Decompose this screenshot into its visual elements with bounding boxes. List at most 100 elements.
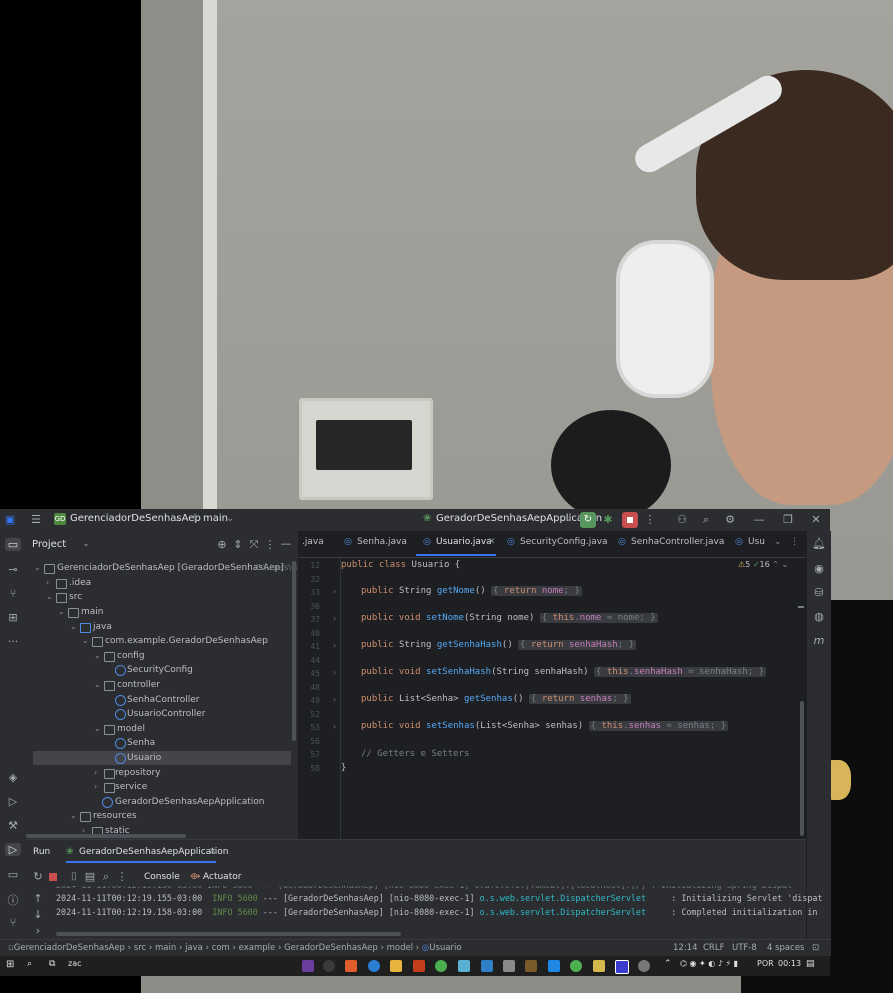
app-icon[interactable]: [570, 960, 582, 972]
console-scrollbar[interactable]: [56, 932, 401, 936]
file-encoding[interactable]: UTF-8: [732, 943, 757, 953]
locate-icon[interactable]: ⊕: [214, 538, 230, 551]
tab-securityconfig[interactable]: SecurityConfig.java: [520, 537, 608, 547]
file-explorer-icon[interactable]: [390, 960, 402, 972]
edge-icon[interactable]: [368, 960, 380, 972]
search-icon[interactable]: ⌕: [698, 513, 714, 527]
actuator-tab[interactable]: Actuator: [203, 872, 241, 882]
console-tab[interactable]: Console: [144, 872, 180, 882]
run-tool-icon[interactable]: ▷: [5, 843, 21, 856]
inspect-icon[interactable]: ⌕: [98, 870, 114, 884]
hide-panel-icon[interactable]: —: [278, 537, 294, 550]
tab-senhacontroller[interactable]: SenhaController.java: [631, 537, 724, 547]
breadcrumb-item[interactable]: java: [185, 943, 203, 953]
tab-senha[interactable]: Senha.java: [357, 537, 407, 547]
maven-icon[interactable]: m: [811, 634, 827, 647]
app-icon[interactable]: [413, 960, 425, 972]
rerun-icon[interactable]: ↻: [30, 870, 46, 883]
clock[interactable]: 00:13: [778, 959, 801, 968]
collapse-all-icon[interactable]: ⤧: [246, 538, 262, 552]
debug-icon[interactable]: ✱: [600, 513, 616, 526]
taskbar-search-text[interactable]: zac: [68, 959, 82, 968]
code-line[interactable]: public List<Senha> getSenhas() { return …: [361, 694, 631, 704]
tree-row-package-root[interactable]: ⌄ com.example.GeradorDeSenhasAep: [26, 634, 298, 648]
expand-all-icon[interactable]: ⇕: [230, 538, 246, 551]
branch-selector[interactable]: main: [203, 513, 228, 524]
language-indicator[interactable]: POR: [757, 959, 774, 968]
task-view-icon[interactable]: ⧉: [49, 959, 55, 969]
prev-highlight-icon[interactable]: ⌃: [772, 560, 779, 569]
caret-position[interactable]: 12:14: [673, 943, 698, 953]
camera-icon[interactable]: ⌷: [66, 870, 82, 884]
tree-row-idea[interactable]: › .idea: [26, 576, 298, 590]
breadcrumb-item[interactable]: main: [155, 943, 176, 953]
minimize-button[interactable]: —: [751, 513, 767, 526]
dump-threads-icon[interactable]: ▤: [82, 870, 98, 883]
tree-row-repository[interactable]: › repository: [26, 766, 298, 780]
line-separator[interactable]: CRLF: [703, 943, 724, 953]
tree-row-service[interactable]: › service: [26, 780, 298, 794]
notifications-icon[interactable]: 🔔︎: [811, 537, 827, 550]
more-actions-icon[interactable]: ⋮: [642, 513, 658, 526]
expand-icon[interactable]: ›: [30, 924, 46, 937]
vertical-scrollbar[interactable]: [292, 561, 296, 741]
scroll-up-icon[interactable]: ↑: [30, 892, 46, 905]
app-icon[interactable]: [638, 960, 650, 972]
tree-row-usuariocontroller[interactable]: UsuarioController: [26, 707, 298, 721]
breadcrumb-item[interactable]: com: [212, 943, 230, 953]
close-button[interactable]: ✕: [808, 513, 824, 526]
search-icon[interactable]: ⌕: [27, 959, 32, 969]
tree-row-securityconfig[interactable]: SecurityConfig: [26, 663, 298, 677]
lock-icon[interactable]: ⊡: [812, 943, 819, 953]
code-line[interactable]: public String getSenhaHash() { return se…: [361, 640, 636, 650]
project-folder-icon[interactable]: ▭: [5, 538, 21, 551]
more-options-icon[interactable]: ⋮: [114, 870, 130, 883]
database-icon[interactable]: ⛁: [811, 586, 827, 599]
rerun-button[interactable]: ↻: [580, 512, 596, 528]
code-comment[interactable]: // Getters e Setters: [361, 749, 469, 759]
fold-icon[interactable]: ›: [333, 668, 336, 677]
code-line[interactable]: public void setSenhaHash(String senhaHas…: [361, 667, 767, 677]
tree-row-senha[interactable]: Senha: [26, 736, 298, 750]
breadcrumb-item[interactable]: src: [134, 943, 146, 953]
main-menu-icon[interactable]: ☰: [28, 513, 44, 526]
windows-start-icon[interactable]: ⊞: [6, 959, 14, 970]
fold-icon[interactable]: ›: [333, 695, 336, 704]
breadcrumb-item[interactable]: example: [239, 943, 276, 953]
fold-icon[interactable]: ›: [333, 722, 336, 731]
scroll-down-icon[interactable]: ↓: [30, 908, 46, 921]
log-logger[interactable]: o.s.web.servlet.DispatcherServlet: [480, 907, 646, 917]
problems-icon[interactable]: ⓘ: [5, 892, 21, 908]
app-icon[interactable]: [458, 960, 470, 972]
ai-assistant-icon[interactable]: ◉: [811, 562, 827, 575]
commit-icon[interactable]: ⊸: [5, 563, 21, 576]
code-line[interactable]: public void setNome(String nome) { this.…: [361, 613, 658, 623]
run-config-selector[interactable]: GeradorDeSenhasAepApplication: [436, 513, 602, 524]
stop-icon[interactable]: [49, 873, 57, 881]
tree-row-root[interactable]: ⌄ GerenciadorDeSenhasAep [GeradorDeSenha…: [26, 561, 298, 575]
copilot-icon[interactable]: ◍: [811, 610, 827, 623]
tree-row-controller[interactable]: ⌄ controller: [26, 678, 298, 692]
tree-row-config[interactable]: ⌄ config: [26, 649, 298, 663]
tree-row-senhacontroller[interactable]: SenhaController: [26, 693, 298, 707]
app-icon[interactable]: [302, 960, 314, 972]
horizontal-scrollbar[interactable]: [26, 834, 186, 838]
code-line[interactable]: }: [341, 763, 346, 773]
tree-row-java[interactable]: ⌄ java: [26, 620, 298, 634]
close-tab-icon[interactable]: ✕: [209, 847, 217, 857]
editor-scrollbar[interactable]: [800, 701, 804, 836]
breadcrumb-item[interactable]: Usuario: [429, 943, 461, 953]
services-icon[interactable]: ▷: [5, 795, 21, 808]
more-tools-icon[interactable]: ···: [5, 635, 21, 648]
tray-icons[interactable]: ⌬ ◉ ✦ ◐ ♪ ⚡ ▮: [680, 959, 738, 968]
git-icon[interactable]: ⑂: [5, 916, 21, 929]
structure-icon[interactable]: ⊞: [5, 611, 21, 624]
app-icon[interactable]: [525, 960, 537, 972]
tree-row-model[interactable]: ⌄ model: [26, 722, 298, 736]
tab-usuariocontroller-partial[interactable]: Usu: [748, 537, 765, 547]
layers-icon[interactable]: ◈: [5, 771, 21, 784]
build-icon[interactable]: ⚒: [5, 819, 21, 832]
tab-usuario[interactable]: Usuario.java: [436, 537, 492, 547]
tree-row-usuario[interactable]: Usuario: [33, 751, 291, 765]
gear-icon[interactable]: ⚙: [722, 513, 738, 526]
